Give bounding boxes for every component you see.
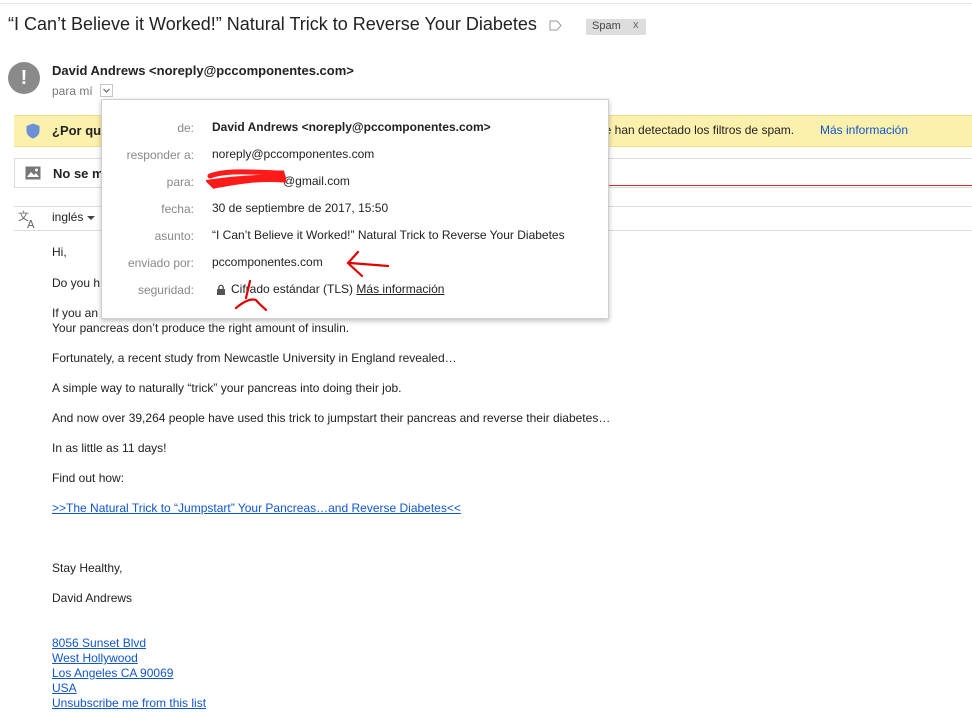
images-blocked-text: No se m xyxy=(53,166,104,181)
cta-link[interactable]: >>The Natural Trick to “Jumpstart” Your … xyxy=(52,501,461,515)
warning-text-start: ¿Por qu xyxy=(52,123,102,138)
address-link-city[interactable]: West Hollywood xyxy=(52,651,138,665)
spam-label-text: Spam xyxy=(592,20,621,32)
detail-value-subject: “I Can’t Believe it Worked!” Natural Tri… xyxy=(212,228,565,242)
address-link-state[interactable]: Los Angeles CA 90069 xyxy=(52,666,173,680)
detail-value-reply-to: noreply@pccomponentes.com xyxy=(212,147,375,161)
recipient-summary: para mí xyxy=(52,84,93,98)
body-line-find: Find out how: xyxy=(52,471,125,485)
chevron-down-icon xyxy=(103,88,110,93)
body-line-little: In as little as 11 days! xyxy=(52,441,167,455)
message-details-popup: de: David Andrews <noreply@pccomponentes… xyxy=(101,99,609,319)
detail-value-mailed-by: pccomponentes.com xyxy=(212,255,323,269)
detail-label-date: fecha: xyxy=(161,202,194,216)
sender-name: David Andrews <noreply@pccomponentes.com… xyxy=(52,63,354,78)
email-subject: “I Can’t Believe it Worked!” Natural Tri… xyxy=(8,14,537,34)
redacted-scribble xyxy=(206,169,286,189)
detail-value-date: 30 de septiembre de 2017, 15:50 xyxy=(212,201,389,215)
label-icon[interactable] xyxy=(549,20,562,31)
body-sign-off: Stay Healthy, xyxy=(52,561,123,575)
address-link-country[interactable]: USA xyxy=(52,681,77,695)
detail-label-reply-to: responder a: xyxy=(126,148,194,162)
image-icon xyxy=(25,166,41,180)
warning-more-info-link[interactable]: Más información xyxy=(820,123,908,137)
detail-label-mailed-by: enviado por: xyxy=(127,256,194,270)
unsubscribe-link[interactable]: Unsubscribe me from this list xyxy=(52,696,206,710)
top-divider xyxy=(0,3,972,4)
remove-label-button[interactable]: x xyxy=(633,19,639,31)
detail-value-to: @gmail.com xyxy=(283,174,350,188)
address-link-street[interactable]: 8056 Sunset Blvd xyxy=(52,636,146,650)
sender-avatar: ! xyxy=(8,62,40,94)
lock-icon xyxy=(217,284,225,295)
spam-label-chip: Spam x xyxy=(586,19,646,35)
security-more-info-link[interactable]: Más información xyxy=(356,282,444,296)
body-line-if: If you an xyxy=(52,306,99,320)
detail-label-from: de: xyxy=(177,121,194,135)
body-line-question: Do you h xyxy=(52,276,101,290)
detail-value-security: Cifrado estándar (TLS) Más información xyxy=(231,282,444,296)
svg-text:A: A xyxy=(27,218,35,229)
caret-down-icon xyxy=(86,215,95,220)
body-line-now: And now over 39,264 people have used thi… xyxy=(52,411,611,425)
body-line-simple: A simple way to naturally “trick” your p… xyxy=(52,381,402,395)
translate-icon: 文 A xyxy=(18,209,35,229)
security-encryption-text: Cifrado estándar (TLS) xyxy=(231,282,354,296)
source-language-select[interactable]: inglés xyxy=(52,210,95,224)
source-language-label: inglés xyxy=(52,210,84,224)
body-line-fortunately: Fortunately, a recent study from Newcast… xyxy=(52,351,457,365)
images-bar-accent xyxy=(600,185,972,186)
detail-label-subject: asunto: xyxy=(154,229,194,243)
show-details-button[interactable] xyxy=(100,84,113,97)
detail-value-from: David Andrews <noreply@pccomponentes.com… xyxy=(212,120,491,134)
body-line-pancreas: Your pancreas don’t produce the right am… xyxy=(52,321,350,335)
detail-label-security: seguridad: xyxy=(137,283,194,297)
warning-text-end: he han detectado los filtros de spam. xyxy=(598,123,795,137)
shield-icon xyxy=(26,123,40,139)
body-greeting: Hi, xyxy=(52,245,67,259)
detail-label-to: para: xyxy=(166,175,194,189)
body-signature: David Andrews xyxy=(52,591,133,605)
